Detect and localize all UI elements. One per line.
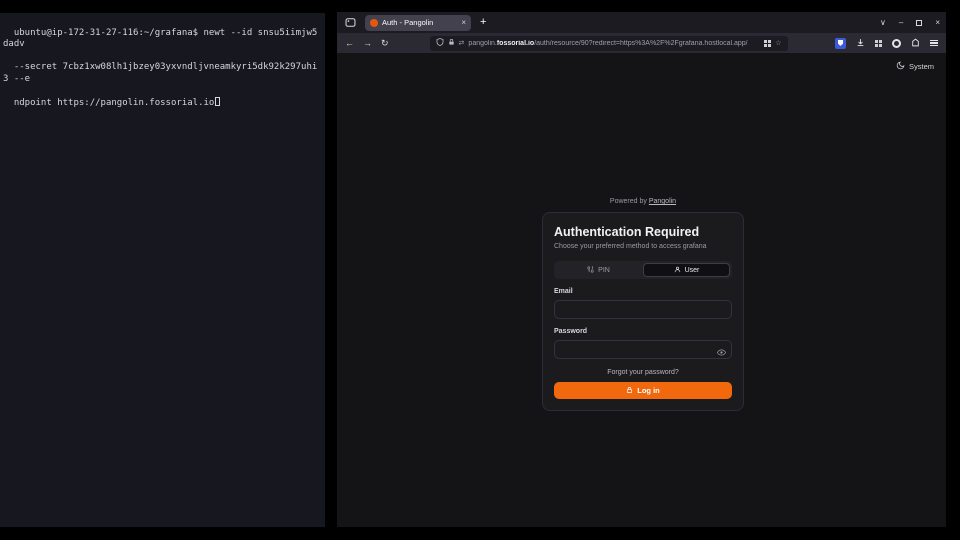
powered-by: Powered by Pangolin [542,198,744,205]
user-icon [674,266,681,275]
lock-icon [626,386,633,396]
terminal-line: --secret 7cbz1xw08lh1jbzey03yxvndljvneam… [3,62,317,84]
permissions-icon[interactable]: ⇄ [459,39,465,47]
powered-by-text: Powered by [610,198,647,205]
page-content: System Powered by Pangolin Authenticatio… [337,53,946,527]
show-password-eye-icon[interactable] [717,344,726,362]
downloads-icon[interactable] [856,34,865,52]
email-field[interactable] [554,300,732,319]
extensions-puzzle-icon[interactable] [911,34,920,52]
firefox-view-icon[interactable] [343,16,357,30]
navigation-bar: ← → ↻ ⇄ pangolin.fossorial.io/auth/resou… [337,33,946,53]
url-path: /auth/resource/90?redirect=https%3A%2F%2… [534,40,747,47]
terminal-cursor [215,97,220,106]
terminal-window[interactable]: ubuntu@ip-172-31-27-116:~/grafana$ newt … [0,13,325,527]
lock-icon[interactable] [448,38,455,48]
window-close-button[interactable]: × [935,18,940,27]
toolbar-right [835,34,938,52]
tab-user[interactable]: User [643,263,730,277]
terminal-line: ubuntu@ip-172-31-27-116:~/grafana$ newt … [3,28,317,50]
tab-pin-label: PIN [598,267,610,274]
terminal-line: ndpoint https://pangolin.fossorial.io [14,98,214,108]
url-domain: fossorial.io [497,40,534,47]
reload-button[interactable]: ↻ [381,39,389,48]
apps-grid-extension-icon[interactable] [875,40,882,47]
auth-card: Authentication Required Choose your pref… [542,212,744,411]
list-tabs-chevron-icon[interactable]: ∨ [880,18,886,27]
menu-button[interactable] [930,40,938,47]
theme-toggle[interactable]: System [896,61,934,72]
pangolin-link[interactable]: Pangolin [649,198,676,205]
tab-user-label: User [685,267,700,274]
password-label: Password [554,328,732,335]
email-label: Email [554,288,732,295]
browser-window: Auth - Pangolin × + ∨ – × ← → ↻ ⇄ pangol… [337,12,946,527]
adblock-extension-icon[interactable] [892,39,901,48]
window-maximize-button[interactable] [916,20,922,26]
url-text: pangolin.fossorial.io/auth/resource/90?r… [468,40,760,47]
tab-close-icon[interactable]: × [461,19,466,27]
card-subtitle: Choose your preferred method to access g… [554,243,732,250]
url-host: pangolin. [468,40,496,47]
tracking-shield-icon[interactable] [436,38,444,48]
page-actions-grid-icon[interactable] [764,40,771,47]
tab-bar: Auth - Pangolin × + ∨ – × [337,12,946,33]
back-button[interactable]: ← [345,39,354,48]
login-button[interactable]: Log in [554,382,732,399]
url-bar[interactable]: ⇄ pangolin.fossorial.io/auth/resource/90… [430,36,788,51]
pangolin-favicon-icon [370,19,378,27]
password-manager-extension-icon[interactable] [835,38,846,49]
login-button-label: Log in [637,386,660,395]
new-tab-button[interactable]: + [480,17,486,28]
auth-method-tabs: PIN User [554,261,732,279]
card-title: Authentication Required [554,225,732,239]
moon-icon [896,61,905,72]
theme-toggle-label: System [909,62,934,71]
password-field[interactable] [554,340,732,359]
keypad-icon [587,266,594,275]
tab-auth-pangolin[interactable]: Auth - Pangolin × [365,15,471,31]
forward-button[interactable]: → [363,39,372,48]
tab-pin[interactable]: PIN [556,263,641,277]
bookmark-star-icon[interactable]: ☆ [775,39,781,47]
window-minimize-button[interactable]: – [899,18,903,27]
forgot-password-link[interactable]: Forgot your password? [554,369,732,376]
tab-title: Auth - Pangolin [382,18,457,27]
